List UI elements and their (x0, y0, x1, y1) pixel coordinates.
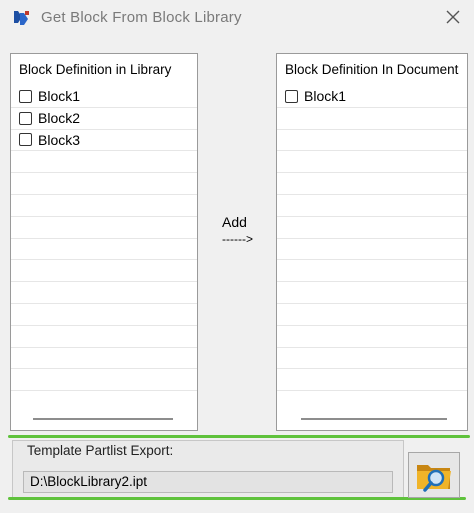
library-panel-item-label: Block2 (38, 110, 81, 127)
highlight-line-bottom (8, 497, 466, 500)
library-panel-empty-row (11, 151, 197, 174)
add-label[interactable]: Add (222, 214, 247, 230)
document-panel-empty-row (277, 108, 467, 130)
document-panel-empty-row (277, 217, 467, 239)
library-panel-empty-row (11, 260, 197, 283)
template-path-field[interactable]: D:\BlockLibrary2.ipt (23, 471, 393, 493)
library-panel-empty-row (11, 304, 197, 326)
document-panel-item-checkbox[interactable] (285, 89, 298, 103)
browse-button[interactable] (408, 452, 460, 498)
library-list-scrollbar[interactable] (33, 418, 173, 420)
library-panel-empty-row (11, 239, 197, 261)
library-panel-empty-row (11, 217, 197, 239)
folder-search-icon (417, 465, 451, 492)
document-list-scrollbar[interactable] (301, 418, 447, 420)
document-panel-empty-row (277, 348, 467, 370)
document-panel-empty-row (277, 195, 467, 217)
library-panel-item[interactable]: Block3 (11, 130, 197, 152)
document-panel-empty-row (277, 151, 467, 174)
close-icon (446, 10, 460, 24)
library-panel-item-checkbox[interactable] (19, 89, 32, 103)
document-list-rows: Block1 (277, 86, 467, 392)
block-library-icon (14, 11, 29, 25)
title-bar: Get Block From Block Library (0, 0, 474, 36)
highlight-line-top (8, 435, 470, 438)
library-panel-item-checkbox[interactable] (19, 111, 32, 125)
library-panel-empty-row (11, 195, 197, 217)
library-panel-empty-row (11, 369, 197, 392)
library-panel-item-checkbox[interactable] (19, 133, 32, 147)
document-panel-empty-row (277, 260, 467, 283)
document-panel-empty-row (277, 282, 467, 304)
library-panel-empty-row (11, 348, 197, 370)
library-panel-item-label: Block1 (38, 88, 81, 105)
document-panel-empty-row (277, 173, 467, 195)
library-panel-item[interactable]: Block1 (11, 86, 197, 108)
window-title: Get Block From Block Library (41, 9, 242, 26)
document-panel-item-label: Block1 (304, 88, 347, 105)
close-button[interactable] (438, 4, 468, 30)
document-panel-empty-row (277, 130, 467, 152)
library-list-rows: Block1 Block2 Block3 (11, 86, 197, 392)
add-arrow[interactable]: ------> (222, 232, 253, 246)
document-panel-empty-row (277, 304, 467, 326)
library-list-panel[interactable]: Block Definition in Library Block1 Block2… (10, 53, 198, 431)
document-panel-empty-row (277, 326, 467, 348)
document-list-header: Block Definition In Document (285, 62, 459, 77)
library-panel-empty-row (11, 282, 197, 304)
document-panel-item[interactable]: Block1 (277, 86, 467, 108)
library-panel-item[interactable]: Block2 (11, 108, 197, 130)
library-panel-empty-row (11, 173, 197, 195)
export-group-label: Template Partlist Export: (27, 443, 174, 458)
document-panel-empty-row (277, 239, 467, 261)
library-panel-item-label: Block3 (38, 131, 81, 148)
library-panel-empty-row (11, 326, 197, 348)
document-panel-empty-row (277, 369, 467, 392)
library-list-header: Block Definition in Library (19, 62, 172, 77)
export-group: Template Partlist Export: D:\BlockLibrar… (12, 440, 404, 498)
document-list-panel[interactable]: Block Definition In Document Block1 (276, 53, 468, 431)
